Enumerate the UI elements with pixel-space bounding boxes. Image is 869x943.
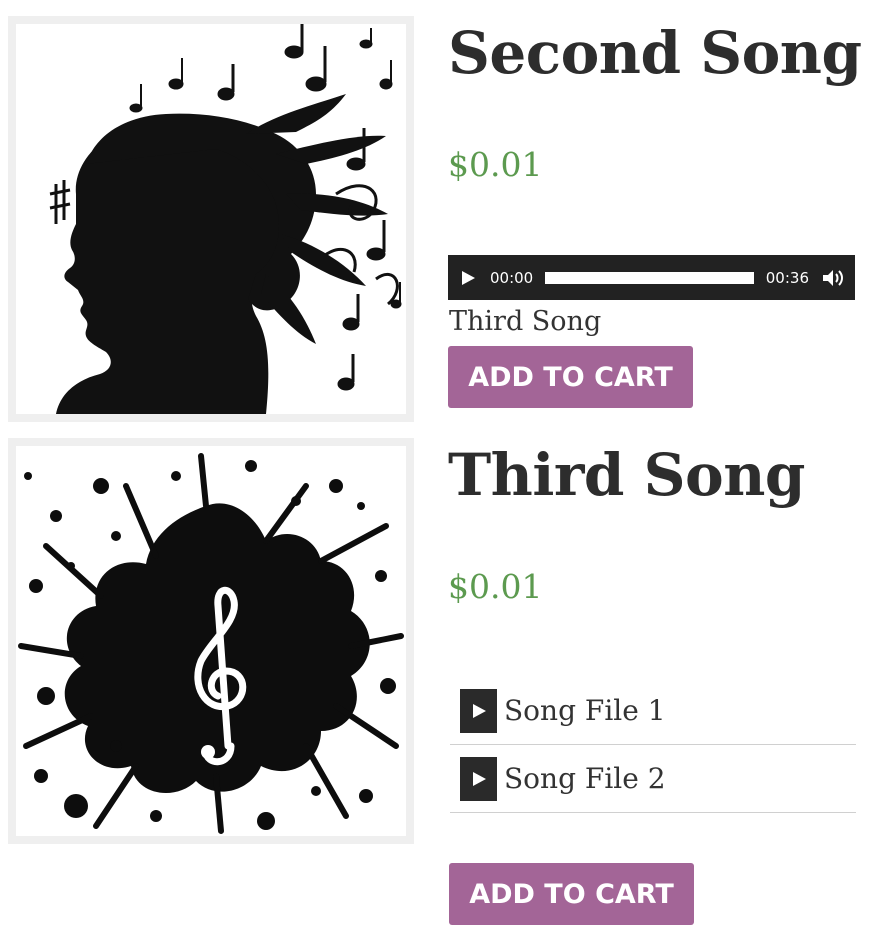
playlist-item[interactable]: Song File 1: [450, 677, 856, 745]
play-icon: [472, 771, 486, 786]
play-icon: [472, 703, 486, 718]
product-image-third-song[interactable]: [8, 438, 414, 844]
current-time: 00:00: [490, 268, 534, 287]
playlist-play-button[interactable]: [460, 688, 497, 733]
audio-player[interactable]: 00:00 00:36: [448, 255, 855, 300]
product-price: $0.01: [448, 145, 543, 184]
product-title: Third Song: [448, 441, 805, 509]
add-to-cart-button[interactable]: ADD TO CART: [449, 863, 694, 925]
play-button[interactable]: [458, 268, 478, 288]
product-image-second-song[interactable]: [8, 16, 414, 422]
playlist-item[interactable]: Song File 2: [450, 745, 856, 813]
duration: 00:36: [765, 268, 809, 287]
add-to-cart-button[interactable]: ADD TO CART: [448, 346, 693, 408]
product-title: Second Song: [448, 19, 862, 87]
product-price: $0.01: [448, 567, 543, 606]
track-name: Third Song: [449, 306, 602, 337]
playlist-item-label: Song File 1: [504, 694, 666, 727]
play-icon: [462, 270, 475, 285]
silhouette-artwork: [16, 24, 406, 414]
playlist-play-button[interactable]: [460, 756, 497, 801]
volume-button[interactable]: [821, 266, 845, 290]
ink-splash-artwork: [16, 446, 406, 836]
volume-icon: [823, 269, 843, 286]
playlist-item-label: Song File 2: [504, 762, 666, 795]
progress-rail[interactable]: [545, 271, 754, 284]
song-playlist: Song File 1 Song File 2: [450, 677, 856, 813]
